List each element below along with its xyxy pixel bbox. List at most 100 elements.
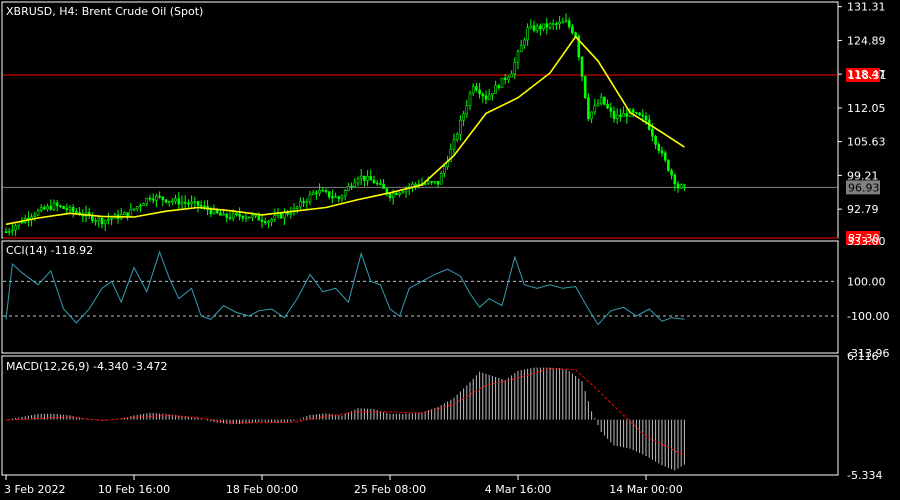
candle-body xyxy=(401,191,405,194)
candle-body xyxy=(433,181,437,183)
candle-body xyxy=(65,208,69,211)
candle-body xyxy=(247,216,251,219)
candle-body xyxy=(110,217,113,220)
candle-body xyxy=(158,195,161,198)
candle-body xyxy=(558,21,561,25)
time-axis-label: 14 Mar 00:00 xyxy=(609,483,682,496)
candle-body xyxy=(612,111,616,119)
candle-body xyxy=(455,134,459,140)
candle-body xyxy=(148,197,152,200)
candle-body xyxy=(241,216,245,219)
candle-body xyxy=(609,107,613,112)
current-price-label: 96.93 xyxy=(848,181,880,194)
candle-body xyxy=(372,179,376,184)
candle-body xyxy=(14,225,17,231)
price-axis-label: 131.31 xyxy=(847,1,886,14)
candle-body xyxy=(347,185,350,191)
candle-body xyxy=(270,219,273,222)
candle-body xyxy=(529,25,533,29)
candle-body xyxy=(651,129,654,137)
candle-body xyxy=(308,194,312,202)
candle-body xyxy=(203,205,206,208)
candle-body xyxy=(279,213,283,219)
candle-body xyxy=(583,76,587,99)
candle-body xyxy=(62,206,65,209)
candle-body xyxy=(475,86,478,91)
price-chart-title: XBRUSD, H4: Brent Crude Oil (Spot) xyxy=(6,5,203,18)
candle-body xyxy=(318,189,321,194)
candle-body xyxy=(59,205,62,208)
candle-body xyxy=(11,229,14,232)
candle-body xyxy=(199,204,203,207)
candle-body xyxy=(212,209,216,215)
candle-body xyxy=(519,44,523,53)
candle-body xyxy=(478,89,481,95)
candle-body xyxy=(427,181,430,184)
candle-body xyxy=(334,196,337,199)
candle-body xyxy=(43,207,46,210)
macd-axis-label: 6.116 xyxy=(847,350,879,363)
candle-body xyxy=(676,183,680,189)
candle-body xyxy=(20,221,24,224)
candle-body xyxy=(267,221,270,224)
trading-chart[interactable]: 118.3187.3096.93 131.31124.89118.47112.0… xyxy=(0,0,900,500)
candle-body xyxy=(340,195,344,200)
time-axis-label: 10 Feb 16:00 xyxy=(98,483,170,496)
candle-body xyxy=(171,200,174,203)
candle-body xyxy=(36,210,40,216)
candle-body xyxy=(561,21,565,24)
candle-body xyxy=(97,217,101,221)
candle-body xyxy=(606,104,609,109)
candle-body xyxy=(107,218,110,221)
candle-body xyxy=(395,193,398,196)
candle-body xyxy=(462,113,465,121)
candle-body xyxy=(359,175,363,179)
candle-body xyxy=(263,221,267,224)
candle-body xyxy=(615,114,619,119)
candle-body xyxy=(94,220,97,222)
candle-body xyxy=(622,113,625,117)
candle-body xyxy=(231,213,235,219)
candle-body xyxy=(471,86,475,94)
cci-axis-label: 333.00 xyxy=(847,235,886,248)
price-axis-label: 105.63 xyxy=(847,136,886,149)
macd-axis-label: -5.334 xyxy=(847,469,882,482)
time-axis-label: 25 Feb 08:00 xyxy=(354,483,426,496)
candle-body xyxy=(590,111,593,119)
candle-body xyxy=(39,207,43,212)
candle-body xyxy=(619,114,622,117)
cci-axis-label: 100.00 xyxy=(847,275,886,288)
candle-body xyxy=(551,23,555,25)
candle-body xyxy=(254,214,257,217)
candle-body xyxy=(657,144,661,152)
candle-body xyxy=(673,174,677,185)
candle-body xyxy=(635,112,638,114)
candle-body xyxy=(638,112,641,116)
candle-body xyxy=(481,93,485,97)
candle-body xyxy=(654,136,657,145)
candle-body xyxy=(196,200,200,206)
candle-body xyxy=(356,178,360,184)
candle-body xyxy=(644,115,648,121)
candle-body xyxy=(497,85,501,88)
candle-body xyxy=(283,212,286,219)
time-axis-label: 18 Feb 00:00 xyxy=(226,483,298,496)
candle-body xyxy=(491,93,494,96)
candle-body xyxy=(142,203,145,206)
candle-body xyxy=(276,213,280,216)
candle-body xyxy=(430,181,433,183)
candle-body xyxy=(507,76,510,80)
candle-body xyxy=(68,207,72,211)
candle-body xyxy=(459,120,462,135)
candle-body xyxy=(235,213,238,216)
candle-body xyxy=(174,198,177,202)
candle-body xyxy=(100,217,104,225)
candle-body xyxy=(302,201,305,204)
cci-title: CCI(14) -118.92 xyxy=(6,244,93,257)
candle-body xyxy=(315,192,318,195)
candle-body xyxy=(667,159,670,171)
candle-body xyxy=(273,215,277,220)
candle-body xyxy=(55,202,59,207)
candle-body xyxy=(580,56,584,77)
candle-body xyxy=(593,105,597,113)
